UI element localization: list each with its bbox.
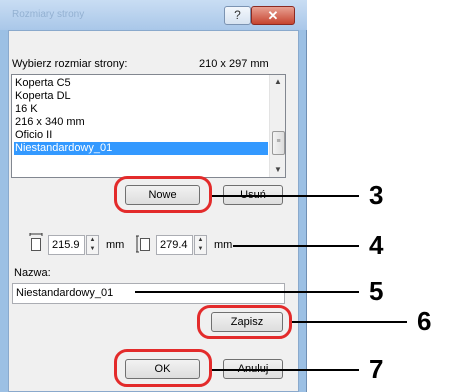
- list-scrollbar[interactable]: ▲ ≡ ▼: [269, 75, 285, 177]
- width-dimension-icon: [29, 233, 43, 251]
- scroll-down-arrow-icon[interactable]: ▼: [270, 163, 285, 177]
- height-input[interactable]: 279.4: [156, 235, 193, 255]
- current-size-value: 210 x 297 mm: [199, 58, 269, 70]
- page-size-list[interactable]: Koperta C5 Koperta DL 16 K 216 x 340 mm …: [11, 74, 286, 178]
- callout-line-5: [135, 291, 359, 293]
- name-label: Nazwa:: [14, 267, 51, 279]
- list-item[interactable]: Koperta C5: [14, 77, 268, 90]
- name-input[interactable]: Niestandardowy_01: [12, 283, 285, 304]
- save-button[interactable]: Zapisz: [211, 312, 283, 332]
- callout-line-4: [233, 245, 359, 247]
- height-unit: mm: [214, 239, 233, 251]
- callout-number-7: 7: [369, 354, 384, 384]
- callout-line-6: [292, 321, 407, 323]
- scroll-thumb[interactable]: ≡: [272, 131, 285, 155]
- spin-down-icon[interactable]: ▼: [195, 245, 206, 254]
- list-item[interactable]: Koperta DL: [14, 90, 268, 103]
- height-spinner[interactable]: ▲ ▼: [194, 235, 207, 255]
- width-unit: mm: [106, 239, 125, 251]
- scroll-up-arrow-icon[interactable]: ▲: [270, 75, 285, 89]
- list-item[interactable]: 216 x 340 mm: [14, 116, 268, 129]
- window-title: Rozmiary strony: [12, 9, 85, 20]
- height-dimension-icon: [136, 235, 150, 253]
- callout-line-7: [212, 369, 359, 371]
- spin-up-icon[interactable]: ▲: [87, 236, 98, 245]
- page-size-label: Wybierz rozmiar strony:: [12, 58, 128, 70]
- list-item[interactable]: Oficio II: [14, 129, 268, 142]
- spin-up-icon[interactable]: ▲: [195, 236, 206, 245]
- list-item-selected[interactable]: Niestandardowy_01: [14, 142, 268, 155]
- help-button[interactable]: ?: [224, 6, 251, 25]
- width-spinner[interactable]: ▲ ▼: [86, 235, 99, 255]
- callout-number-4: 4: [369, 230, 384, 260]
- width-input[interactable]: 215.9: [48, 235, 85, 255]
- spin-down-icon[interactable]: ▼: [87, 245, 98, 254]
- callout-line-3: [212, 195, 359, 197]
- callout-number-3: 3: [369, 180, 384, 210]
- close-button[interactable]: ✕: [251, 6, 295, 25]
- ok-button[interactable]: OK: [125, 359, 200, 379]
- callout-number-5: 5: [369, 276, 384, 306]
- list-item[interactable]: 16 K: [14, 103, 268, 116]
- callout-number-6: 6: [417, 306, 432, 336]
- new-button[interactable]: Nowe: [125, 185, 200, 205]
